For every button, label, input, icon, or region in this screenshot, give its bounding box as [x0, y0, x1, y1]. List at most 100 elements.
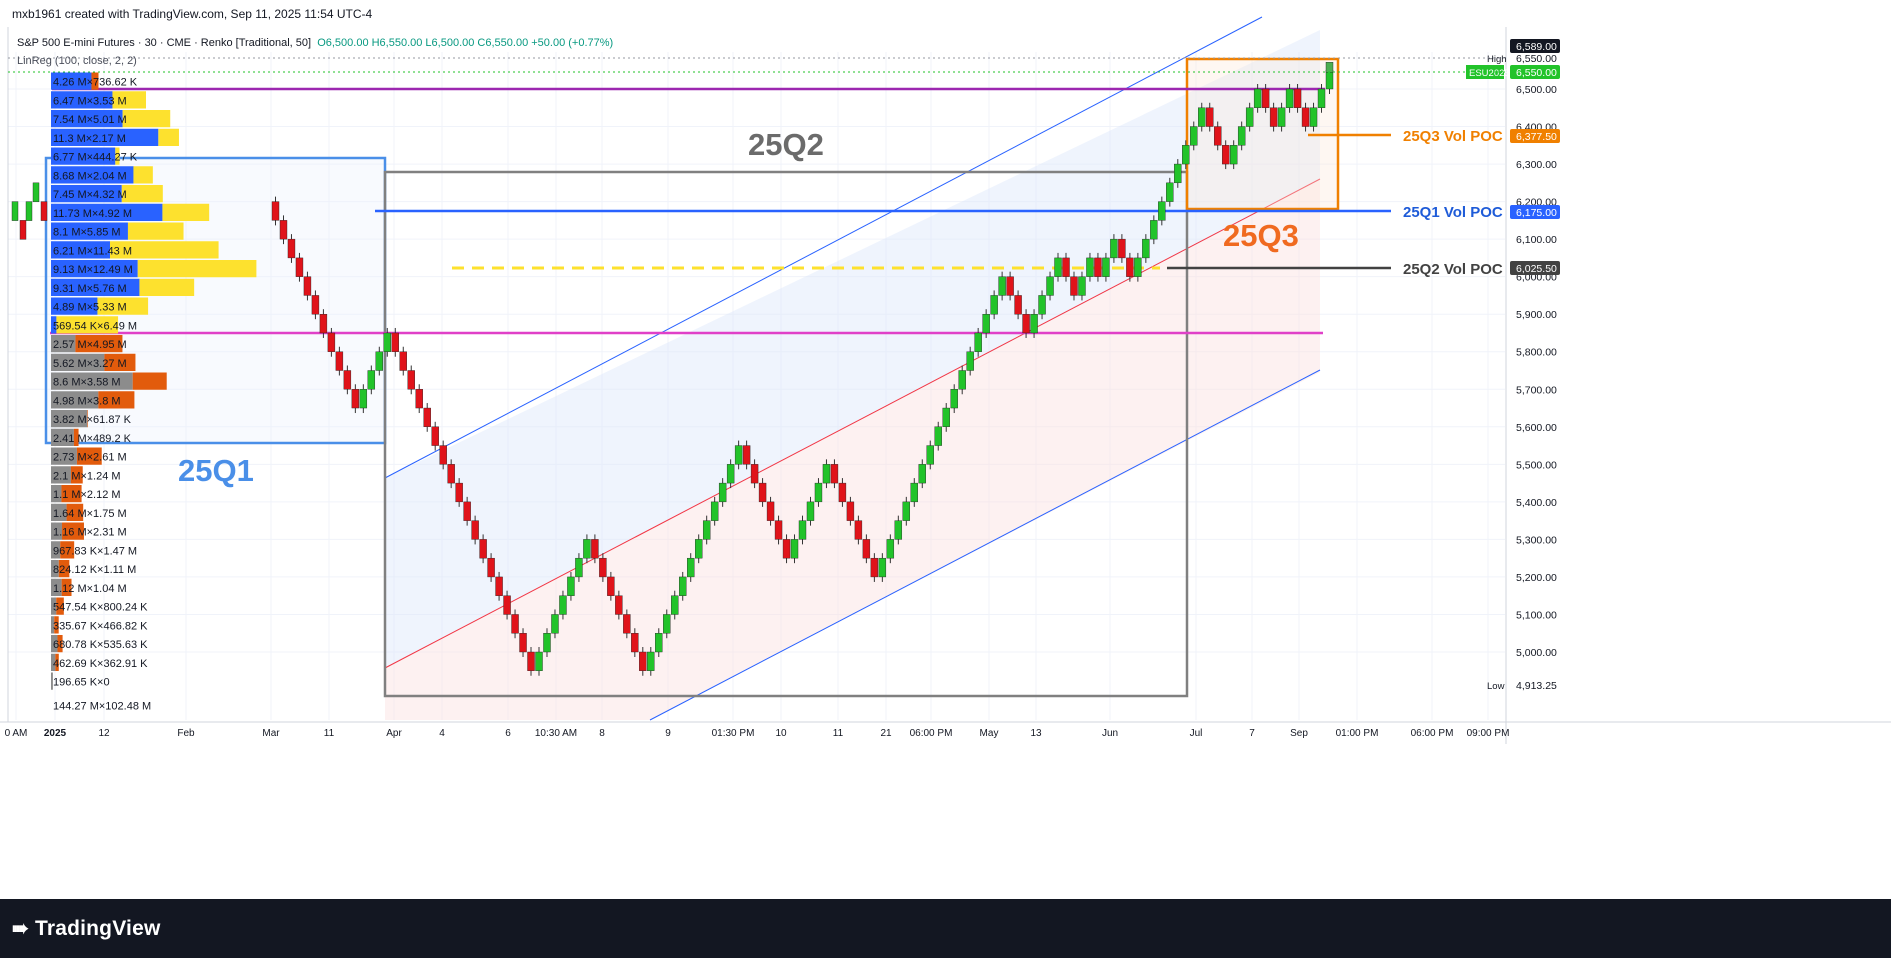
vp-bar-secondary — [127, 222, 184, 240]
renko-brick — [391, 332, 399, 352]
price-tag-label: 6,550.00 — [1516, 67, 1557, 79]
renko-brick — [1245, 107, 1254, 127]
renko-brick — [32, 182, 40, 203]
renko-brick — [19, 220, 27, 240]
price-tick-label: 5,800.00 — [1516, 347, 1557, 359]
renko-brick — [934, 426, 942, 446]
vp-row-label: 547.54 K×800.24 K — [53, 602, 148, 614]
vp-bar-secondary — [158, 128, 179, 146]
renko-brick — [1229, 145, 1238, 165]
vp-row-label: 2.1 M×1.24 M — [53, 470, 121, 482]
renko-brick — [479, 539, 487, 559]
renko-brick — [758, 482, 767, 503]
time-axis-label: 01:30 PM — [712, 728, 755, 739]
time-axis-label: 0 AM — [5, 728, 28, 739]
renko-brick — [958, 370, 966, 390]
time-axis-label: 11 — [324, 728, 335, 739]
legend-indicator[interactable]: LinReg (100, close, 2, 2) — [17, 52, 613, 70]
vp-row-label: 3.82 M×61.87 K — [53, 414, 132, 426]
time-axis-label: Feb — [177, 728, 195, 739]
vp-row-label: 569.54 K×6.49 M — [53, 320, 137, 332]
renko-brick — [1158, 201, 1166, 221]
renko-brick — [295, 257, 304, 277]
vp-row-label: 7.54 M×5.01 M — [53, 114, 127, 126]
price-tick-label: 5,500.00 — [1516, 459, 1557, 471]
renko-brick — [1030, 314, 1038, 334]
renko-brick — [734, 445, 743, 465]
price-tick-label: 5,900.00 — [1516, 309, 1557, 321]
renko-chart[interactable]: 6,500.006,400.006,300.006,200.006,100.00… — [0, 0, 1891, 958]
renko-brick — [902, 501, 911, 521]
time-axis-label: 12 — [98, 728, 110, 739]
time-axis-label: 09:00 PM — [1467, 728, 1510, 739]
vp-row-label: 680.78 K×535.63 K — [53, 639, 148, 651]
renko-brick — [663, 614, 671, 634]
renko-brick — [742, 445, 751, 465]
renko-brick — [519, 633, 527, 653]
price-tick-label: 5,200.00 — [1516, 572, 1557, 584]
renko-brick — [487, 557, 495, 578]
price-tag-label: 6,589.00 — [1516, 41, 1557, 53]
price-tick-label: 5,000.00 — [1516, 647, 1557, 659]
renko-brick — [527, 651, 535, 671]
symbol-tag: ESU2025 — [1469, 68, 1510, 79]
renko-brick — [423, 407, 431, 427]
renko-brick — [1110, 238, 1118, 259]
vp-row-label: 9.13 M×12.49 M — [53, 264, 133, 276]
renko-brick — [1126, 257, 1134, 277]
renko-brick — [974, 332, 982, 352]
price-tag-label: 6,377.50 — [1516, 131, 1557, 143]
high-low-tag: High — [1487, 54, 1507, 65]
renko-brick — [766, 501, 775, 521]
renko-brick — [1269, 107, 1278, 127]
chart-legend: S&P 500 E-mini Futures · 30 · CME · Renk… — [17, 34, 613, 70]
label-25q3: 25Q3 — [1223, 218, 1299, 253]
renko-brick — [814, 482, 823, 503]
renko-brick — [311, 295, 320, 315]
renko-brick — [343, 370, 352, 390]
vp-row-label: 1.16 M×2.31 M — [53, 527, 127, 539]
price-tick-label: 5,100.00 — [1516, 609, 1557, 621]
renko-brick — [1022, 314, 1030, 334]
renko-last-brick — [1325, 62, 1334, 73]
renko-brick — [1078, 276, 1086, 296]
renko-brick — [846, 501, 855, 521]
time-axis-label: 01:00 PM — [1336, 728, 1379, 739]
vp-row-label: 11.3 M×2.17 M — [53, 133, 126, 145]
vp-row-label: 7.45 M×4.32 M — [53, 189, 127, 201]
renko-brick — [511, 614, 519, 634]
time-axis-label: 6 — [505, 728, 511, 739]
renko-brick — [838, 482, 847, 503]
renko-brick — [1142, 238, 1150, 259]
price-tick-label: 5,700.00 — [1516, 384, 1557, 396]
legend-ohlc: O6,500.00 H6,550.00 L6,500.00 C6,550.00 … — [317, 37, 614, 49]
renko-brick — [966, 351, 974, 371]
renko-brick — [25, 201, 33, 221]
vp-row-label: 6.77 M×444.27 K — [53, 152, 138, 164]
renko-brick — [1198, 107, 1206, 127]
renko-brick — [918, 464, 926, 484]
time-axis-label: May — [980, 728, 999, 739]
vp-row-label: 335.67 K×466.82 K — [53, 620, 148, 632]
tradingview-logo[interactable]: ➠ TradingView — [12, 916, 160, 941]
renko-brick — [335, 351, 344, 371]
label-25q1: 25Q1 — [178, 453, 254, 488]
renko-brick — [559, 595, 567, 615]
renko-brick — [830, 464, 839, 484]
vp-row-label: 11.73 M×4.92 M — [53, 208, 132, 220]
renko-brick — [407, 370, 415, 390]
legend-row-symbol[interactable]: S&P 500 E-mini Futures · 30 · CME · Renk… — [17, 34, 613, 52]
renko-brick — [40, 201, 48, 221]
renko-brick — [439, 445, 447, 465]
time-axis-label: 10 — [775, 728, 787, 739]
price-tick-label: 6,100.00 — [1516, 234, 1557, 246]
renko-brick — [862, 539, 871, 559]
renko-brick — [1285, 88, 1294, 108]
vp-row-label: 6.47 M×3.53 M — [53, 95, 127, 107]
renko-brick — [782, 539, 791, 559]
renko-brick — [583, 539, 591, 559]
time-axis-label: 11 — [833, 728, 844, 739]
renko-brick — [679, 576, 687, 596]
renko-brick — [1214, 126, 1222, 146]
renko-brick — [774, 520, 783, 540]
